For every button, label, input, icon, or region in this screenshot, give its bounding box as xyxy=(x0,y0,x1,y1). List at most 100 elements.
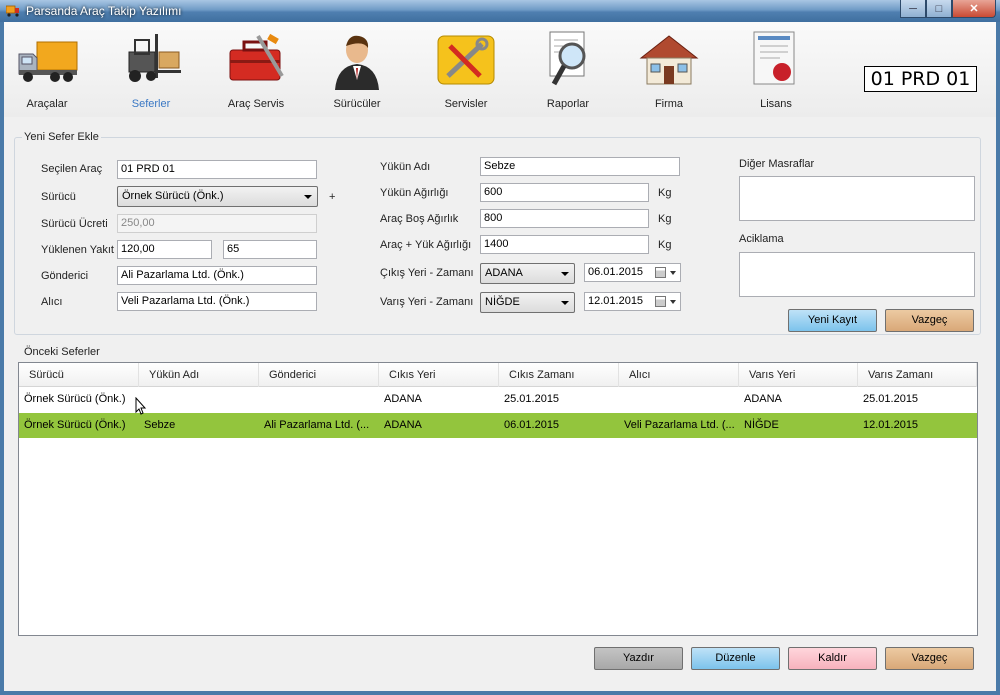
arrival-label: Varış Yeri - Zamanı xyxy=(380,296,474,308)
column-header[interactable]: Gönderici xyxy=(259,363,379,387)
table-cell: Sebze xyxy=(144,419,176,431)
table-cell: ADANA xyxy=(744,393,782,405)
departure-date-picker[interactable]: 06.01.2015 xyxy=(584,263,681,282)
table-row[interactable]: Örnek Sürücü (Önk.) ADANA 25.01.2015 ADA… xyxy=(19,387,977,412)
toolbar-label: Servisler xyxy=(444,98,488,110)
cancel-button[interactable]: Vazgeç xyxy=(885,647,974,670)
toolbar-item-raporlar[interactable]: Raporlar xyxy=(523,30,613,110)
window-title: Parsanda Araç Takip Yazılımı xyxy=(26,4,182,18)
empty-weight-unit: Kg xyxy=(658,213,672,225)
table-cell: 25.01.2015 xyxy=(863,393,919,405)
total-weight-field[interactable]: 1400 xyxy=(480,235,649,254)
chevron-down-icon xyxy=(304,195,312,199)
table-cell: ADANA xyxy=(384,419,422,431)
chevron-down-icon xyxy=(561,272,569,276)
driver-select[interactable]: Örnek Sürücü (Önk.) xyxy=(117,186,318,207)
calendar-icon xyxy=(655,267,666,278)
cargo-name-label: Yükün Adı xyxy=(380,161,431,173)
selected-vehicle-plate: 01 PRD 01 xyxy=(864,66,977,92)
driver-label: Sürücü xyxy=(41,191,76,203)
print-button[interactable]: Yazdır xyxy=(594,647,683,670)
sender-field[interactable]: Ali Pazarlama Ltd. (Önk.) xyxy=(117,266,317,285)
toolbar-item-araclar[interactable]: Araçalar xyxy=(2,30,92,110)
table-cell: 12.01.2015 xyxy=(863,419,919,431)
main-window: Araçalar Seferler Araç Servis Sürücüler … xyxy=(4,22,996,691)
departure-place-select[interactable]: ADANA xyxy=(480,263,575,284)
toolbar-label: Seferler xyxy=(131,98,171,110)
truck-icon xyxy=(18,41,78,82)
departure-place-value: ADANA xyxy=(485,267,523,279)
minimize-button[interactable]: ─ xyxy=(900,0,926,18)
toolbar-item-suruculer[interactable]: Sürücüler xyxy=(312,30,402,110)
column-header[interactable]: Varıs Zamanı xyxy=(858,363,977,387)
table-cell xyxy=(624,387,736,412)
empty-weight-field[interactable]: 800 xyxy=(480,209,649,228)
departure-date-value: 06.01.2015 xyxy=(588,266,644,278)
chevron-down-icon xyxy=(670,300,676,304)
fuel-amount-field[interactable]: 120,00 xyxy=(117,240,212,259)
table-row-selected[interactable]: Örnek Sürücü (Önk.) Sebze Ali Pazarlama … xyxy=(19,413,977,438)
table-cell: ADANA xyxy=(384,393,422,405)
table-cell: Örnek Sürücü (Önk.) xyxy=(24,419,126,431)
receiver-label: Alıcı xyxy=(41,296,63,308)
column-header[interactable]: Cıkıs Yeri xyxy=(379,363,499,387)
departure-label: Çıkış Yeri - Zamanı xyxy=(380,267,474,279)
report-magnifier-icon xyxy=(549,31,586,86)
toolbar-item-arac-servis[interactable]: Araç Servis xyxy=(211,30,301,110)
toolbar-item-firma[interactable]: Firma xyxy=(624,30,714,110)
certificate-icon xyxy=(753,31,795,85)
cargo-name-field[interactable]: Sebze xyxy=(480,157,680,176)
fuel-liters-field[interactable]: 65 xyxy=(223,240,317,259)
toolbar-item-lisans[interactable]: Lisans xyxy=(731,30,821,110)
arrival-date-picker[interactable]: 12.01.2015 xyxy=(584,292,681,311)
column-header[interactable]: Sürücü xyxy=(19,363,139,387)
cargo-weight-field[interactable]: 600 xyxy=(480,183,649,202)
toolbox-icon xyxy=(229,33,284,81)
toolbar-item-seferler[interactable]: Seferler xyxy=(106,30,196,110)
toolbar-label: Lisans xyxy=(760,98,792,110)
close-button[interactable]: ✕ xyxy=(952,0,996,18)
toolbar-label: Raporlar xyxy=(546,98,590,110)
receiver-field[interactable]: Veli Pazarlama Ltd. (Önk.) xyxy=(117,292,317,311)
new-record-button[interactable]: Yeni Kayıt xyxy=(788,309,877,332)
table-cell xyxy=(264,387,376,412)
column-header[interactable]: Varıs Yeri xyxy=(739,363,858,387)
driver-icon xyxy=(335,35,379,90)
driver-fee-label: Sürücü Ücreti xyxy=(41,218,108,230)
chevron-down-icon xyxy=(670,271,676,275)
house-icon xyxy=(639,35,699,85)
toolbar-label: Araçalar xyxy=(26,98,68,110)
arrival-place-select[interactable]: NİĞDE xyxy=(480,292,575,313)
edit-button[interactable]: Düzenle xyxy=(691,647,780,670)
form-cancel-button[interactable]: Vazgeç xyxy=(885,309,974,332)
service-tools-icon xyxy=(437,35,495,85)
column-header[interactable]: Alıcı xyxy=(619,363,739,387)
total-weight-unit: Kg xyxy=(658,239,672,251)
driver-fee-field[interactable]: 250,00 xyxy=(117,214,317,233)
maximize-button[interactable]: □ xyxy=(926,0,952,18)
column-header[interactable]: Yükün Adı xyxy=(139,363,259,387)
toolbar-item-servisler[interactable]: Servisler xyxy=(421,30,511,110)
other-expenses-label: Diğer Masraflar xyxy=(739,158,815,170)
arrival-date-value: 12.01.2015 xyxy=(588,295,644,307)
arrival-place-value: NİĞDE xyxy=(485,296,520,308)
empty-weight-label: Araç Boş Ağırlık xyxy=(380,213,459,225)
remove-button[interactable]: Kaldır xyxy=(788,647,877,670)
cargo-weight-unit: Kg xyxy=(658,187,672,199)
table-cell: Örnek Sürücü (Önk.) xyxy=(24,393,126,405)
cargo-weight-label: Yükün Ağırlığı xyxy=(380,187,449,199)
toolbar-label: Araç Servis xyxy=(227,98,285,110)
other-expenses-field[interactable] xyxy=(739,176,975,221)
description-field[interactable] xyxy=(739,252,975,297)
mouse-pointer-icon xyxy=(135,397,147,415)
previous-trips-title: Önceki Seferler xyxy=(22,346,102,358)
table-cell: NİĞDE xyxy=(744,419,779,431)
add-driver-button[interactable]: + xyxy=(329,191,335,203)
app-truck-icon xyxy=(6,5,19,17)
previous-trips-grid: Sürücü Yükün Adı Gönderici Cıkıs Yeri Cı… xyxy=(18,362,978,636)
table-cell: 25.01.2015 xyxy=(504,393,560,405)
grid-header: Sürücü Yükün Adı Gönderici Cıkıs Yeri Cı… xyxy=(19,363,977,387)
selected-vehicle-label: Seçilen Araç xyxy=(41,163,103,175)
selected-vehicle-field[interactable]: 01 PRD 01 xyxy=(117,160,317,179)
column-header[interactable]: Cıkıs Zamanı xyxy=(499,363,619,387)
